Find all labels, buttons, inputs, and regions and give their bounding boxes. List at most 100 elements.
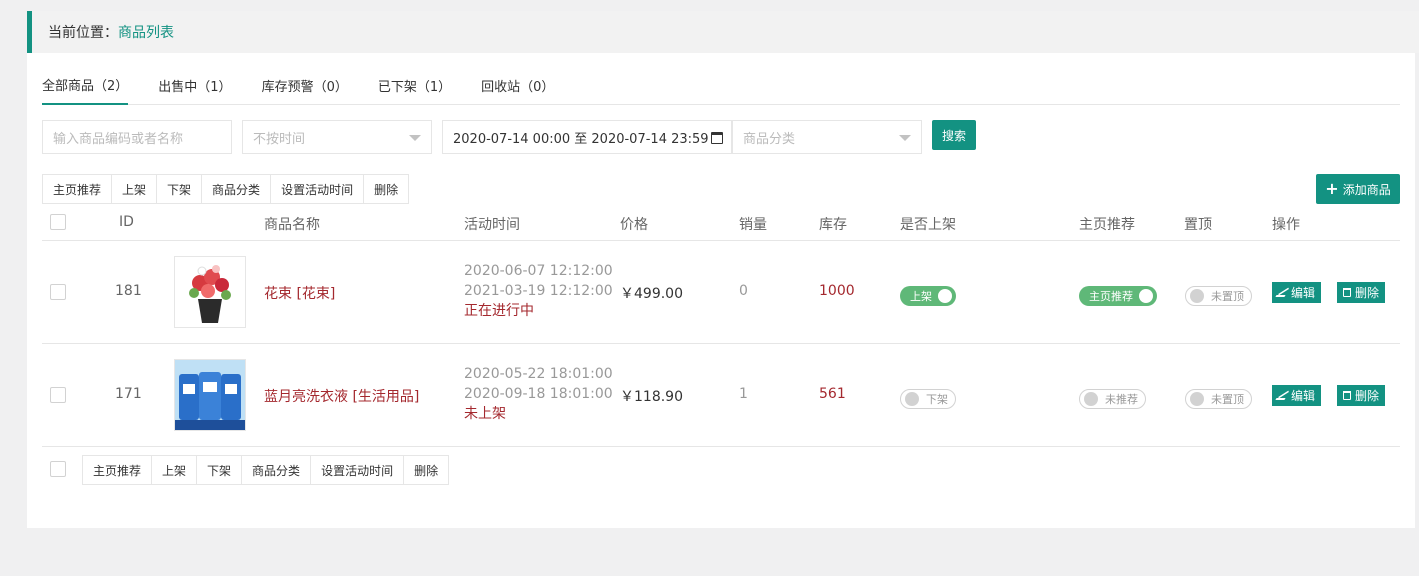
col-stock: 库存 xyxy=(819,217,847,233)
bulk-off-shelf-button[interactable]: 下架 xyxy=(197,456,243,484)
breadcrumb-current[interactable]: 商品列表 xyxy=(118,22,174,42)
activity-status: 正在进行中 xyxy=(464,303,534,319)
bulk-off-shelf-button[interactable]: 下架 xyxy=(157,175,203,203)
bulk-on-shelf-button[interactable]: 上架 xyxy=(112,175,158,203)
switch-knob xyxy=(1190,392,1204,406)
product-name-link[interactable]: 花束 [花束] xyxy=(264,283,335,303)
row-stock: 561 xyxy=(819,386,846,402)
trash-icon xyxy=(1343,391,1351,400)
date-range-value: 2020-07-14 00:00 至 2020-07-14 23:59 xyxy=(453,131,709,147)
switch-knob xyxy=(938,289,952,303)
delete-button[interactable]: 删除 xyxy=(1337,282,1386,303)
col-name: 商品名称 xyxy=(264,217,320,233)
bulk-actions-top: 主页推荐 上架 下架 商品分类 设置活动时间 删除 xyxy=(42,174,410,204)
pencil-icon xyxy=(1275,391,1290,400)
delete-button[interactable]: 删除 xyxy=(1337,385,1386,406)
row-price: ￥499.00 xyxy=(620,286,683,302)
date-range-input[interactable]: 2020-07-14 00:00 至 2020-07-14 23:59 xyxy=(442,120,732,154)
calendar-icon xyxy=(711,132,723,144)
switch-knob xyxy=(1139,289,1153,303)
table-row: 181 花束 [花束] 2020-06-07 12:12:00 2021-03-… xyxy=(42,241,1400,344)
table-header: ID 商品名称 活动时间 价格 销量 库存 是否上架 主页推荐 置顶 操作 xyxy=(42,204,1400,241)
bulk-activity-time-button[interactable]: 设置活动时间 xyxy=(311,456,405,484)
bulk-actions-bottom: 主页推荐 上架 下架 商品分类 设置活动时间 删除 xyxy=(82,455,450,485)
breadcrumb: 当前位置： 商品列表 xyxy=(27,11,1419,53)
caret-down-icon xyxy=(899,135,911,141)
select-all-checkbox[interactable] xyxy=(50,214,66,230)
edit-button[interactable]: 编辑 xyxy=(1272,282,1322,303)
col-id: ID xyxy=(119,214,134,230)
product-name-link[interactable]: 蓝月亮洗衣液 [生活用品] xyxy=(264,386,419,406)
row-checkbox[interactable] xyxy=(50,284,66,300)
pin-switch[interactable]: 未置顶 xyxy=(1185,286,1252,306)
add-product-label: 添加商品 xyxy=(1342,182,1391,197)
start-time: 2020-05-22 18:01:00 xyxy=(464,366,613,382)
pin-label: 未置顶 xyxy=(1211,290,1244,303)
col-sales: 销量 xyxy=(739,217,767,233)
add-product-button[interactable]: + 添加商品 xyxy=(1316,174,1400,204)
delete-label: 删除 xyxy=(1355,389,1380,403)
recommend-label: 主页推荐 xyxy=(1089,290,1133,303)
on-shelf-switch[interactable]: 下架 xyxy=(900,389,956,409)
tab-on-sale[interactable]: 出售中（1） xyxy=(158,65,231,105)
content-panel: 全部商品（2） 出售中（1） 库存预警（0） 已下架（1） 回收站（0） 输入商… xyxy=(27,53,1415,528)
select-all-checkbox-bottom[interactable] xyxy=(50,461,66,477)
pin-switch[interactable]: 未置顶 xyxy=(1185,389,1252,409)
edit-label: 编辑 xyxy=(1291,389,1316,403)
tab-off-shelf[interactable]: 已下架（1） xyxy=(378,65,451,105)
activity-time: 2020-05-22 18:01:00 2020-09-18 18:01:00 … xyxy=(464,364,613,424)
recommend-switch[interactable]: 未推荐 xyxy=(1079,389,1146,409)
tab-recycle-bin[interactable]: 回收站（0） xyxy=(481,65,554,105)
product-thumbnail[interactable] xyxy=(174,359,246,431)
time-select-value: 不按时间 xyxy=(253,131,306,147)
edit-button[interactable]: 编辑 xyxy=(1272,385,1322,406)
product-thumbnail[interactable] xyxy=(174,256,246,328)
category-select-value: 商品分类 xyxy=(743,131,796,147)
row-checkbox[interactable] xyxy=(50,387,66,403)
time-select[interactable]: 不按时间 xyxy=(242,120,432,154)
caret-down-icon xyxy=(409,135,421,141)
switch-knob xyxy=(1190,289,1204,303)
bulk-activity-time-button[interactable]: 设置活动时间 xyxy=(271,175,365,203)
row-stock: 1000 xyxy=(819,283,855,299)
row-sales: 1 xyxy=(739,386,748,402)
plus-icon: + xyxy=(1325,179,1339,198)
detergent-bottles-image xyxy=(175,360,245,430)
keyword-input[interactable]: 输入商品编码或者名称 xyxy=(42,120,232,154)
col-actions: 操作 xyxy=(1272,217,1300,233)
bulk-category-button[interactable]: 商品分类 xyxy=(202,175,272,203)
trash-icon xyxy=(1343,288,1351,297)
end-time: 2020-09-18 18:01:00 xyxy=(464,386,613,402)
category-select[interactable]: 商品分类 xyxy=(732,120,922,154)
activity-status: 未上架 xyxy=(464,406,506,422)
delete-label: 删除 xyxy=(1355,286,1380,300)
status-tabs: 全部商品（2） 出售中（1） 库存预警（0） 已下架（1） 回收站（0） xyxy=(42,65,1400,105)
pencil-icon xyxy=(1275,288,1290,297)
search-button[interactable]: 搜索 xyxy=(932,120,976,150)
tab-all[interactable]: 全部商品（2） xyxy=(42,65,129,105)
row-sales: 0 xyxy=(739,283,748,299)
activity-time: 2020-06-07 12:12:00 2021-03-19 12:12:00 … xyxy=(464,261,613,321)
flower-bouquet-image xyxy=(189,265,231,323)
edit-label: 编辑 xyxy=(1291,286,1316,300)
col-on-shelf: 是否上架 xyxy=(900,217,956,233)
bulk-recommend-button[interactable]: 主页推荐 xyxy=(43,175,113,203)
bulk-category-button[interactable]: 商品分类 xyxy=(242,456,312,484)
breadcrumb-prefix: 当前位置： xyxy=(48,25,118,41)
recommend-switch[interactable]: 主页推荐 xyxy=(1079,286,1157,306)
on-shelf-label: 上架 xyxy=(910,290,932,303)
bulk-delete-button[interactable]: 删除 xyxy=(364,175,408,203)
recommend-label: 未推荐 xyxy=(1105,393,1138,406)
col-pin: 置顶 xyxy=(1184,217,1212,233)
on-shelf-switch[interactable]: 上架 xyxy=(900,286,956,306)
bulk-on-shelf-button[interactable]: 上架 xyxy=(152,456,198,484)
row-price: ￥118.90 xyxy=(620,389,683,405)
on-shelf-label: 下架 xyxy=(926,393,948,406)
col-price: 价格 xyxy=(620,217,648,233)
end-time: 2021-03-19 12:12:00 xyxy=(464,283,613,299)
bulk-delete-button[interactable]: 删除 xyxy=(404,456,448,484)
bulk-recommend-button[interactable]: 主页推荐 xyxy=(83,456,153,484)
tab-stock-warning[interactable]: 库存预警（0） xyxy=(262,65,348,105)
col-time: 活动时间 xyxy=(464,217,520,233)
start-time: 2020-06-07 12:12:00 xyxy=(464,263,613,279)
